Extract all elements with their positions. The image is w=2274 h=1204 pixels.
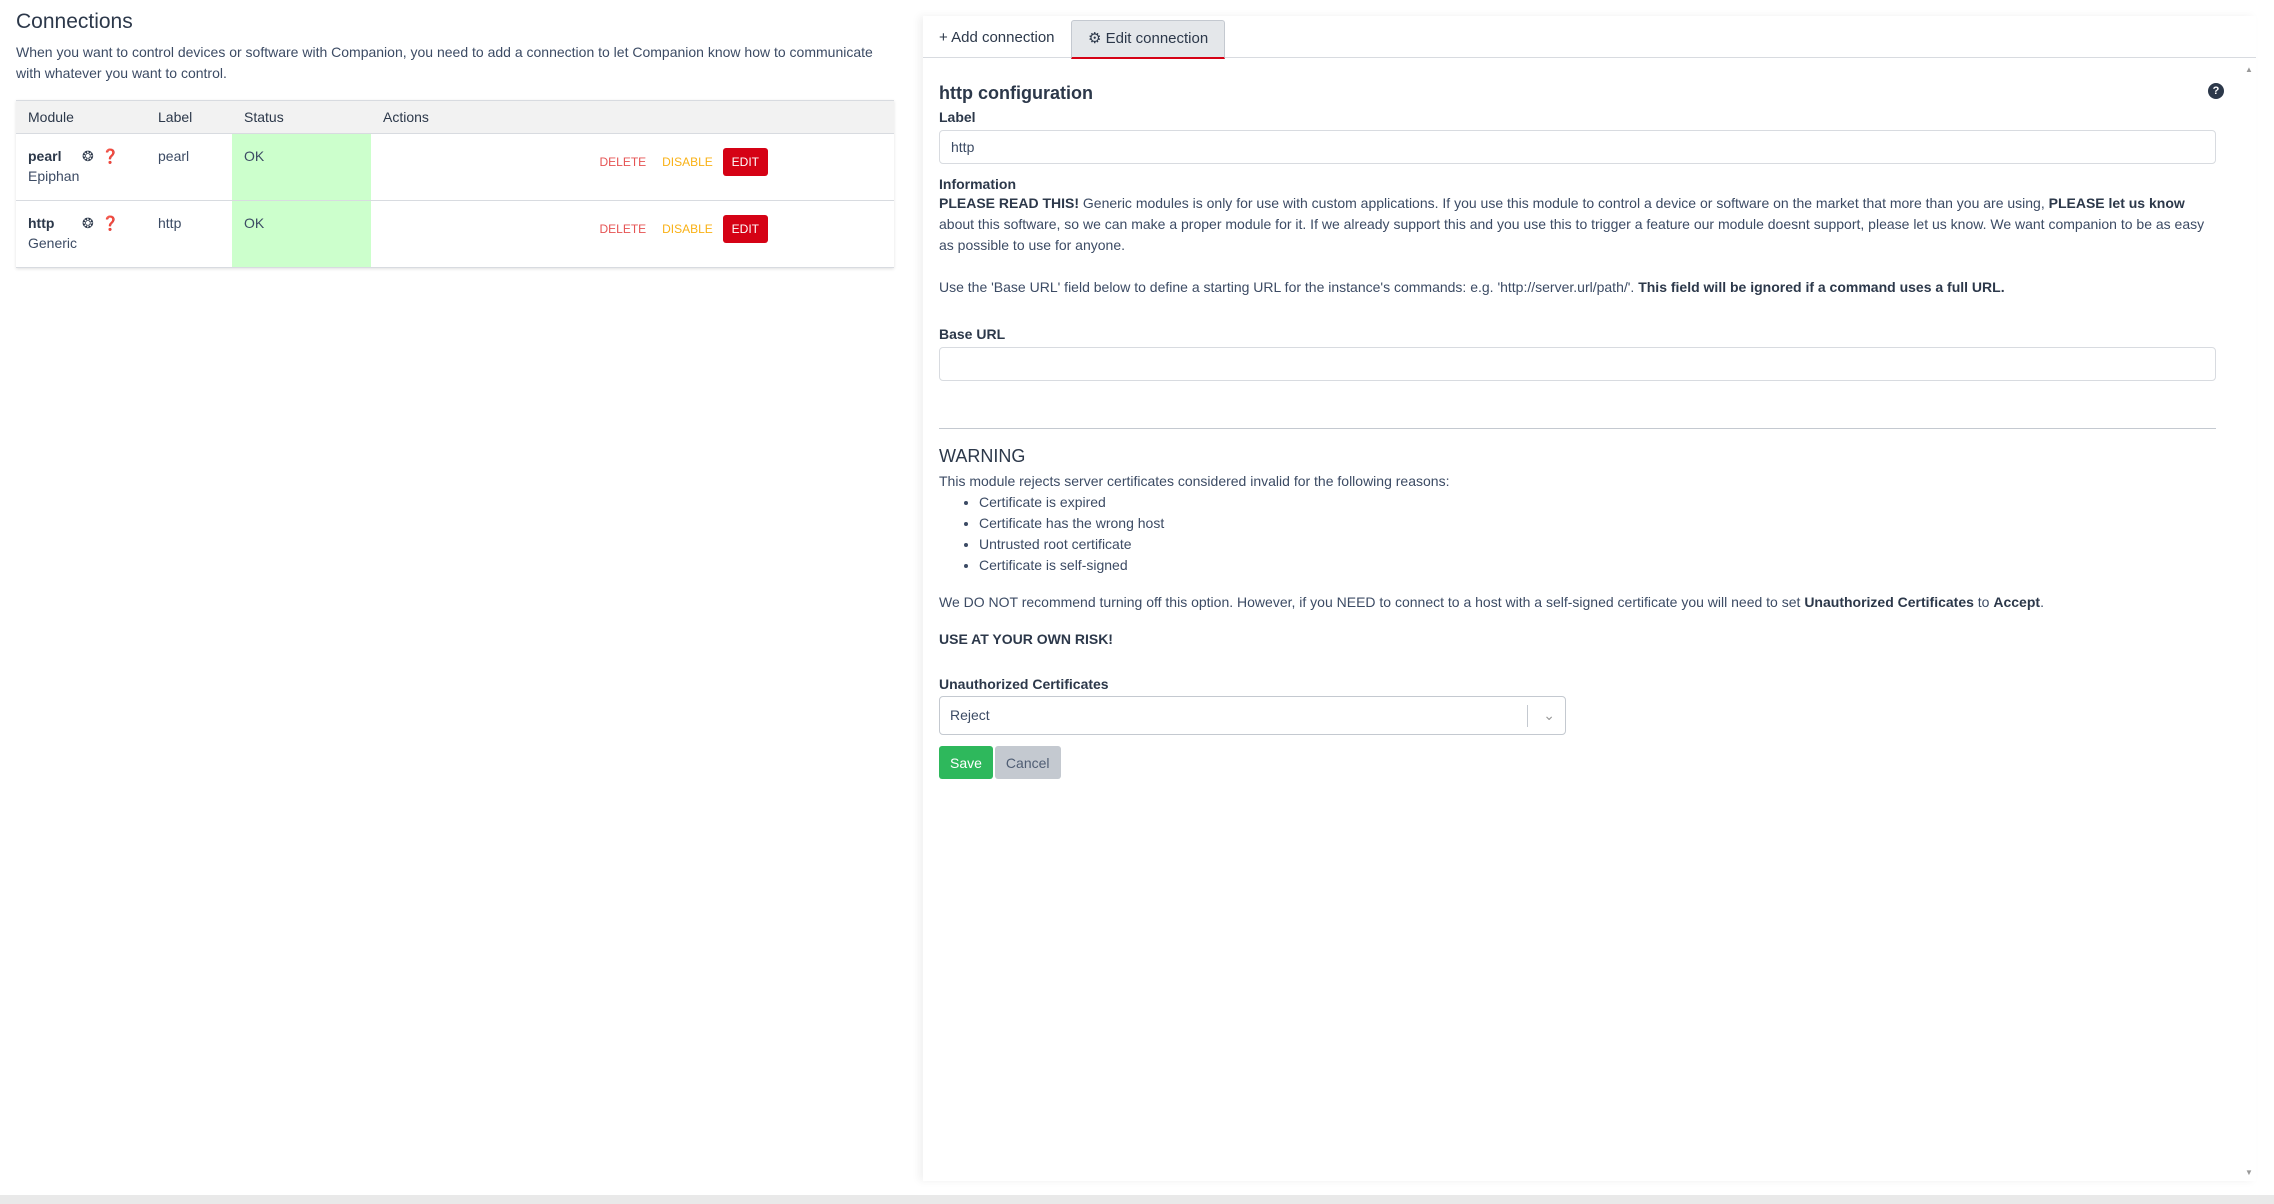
info-bold-2: PLEASE let us know: [2048, 195, 2185, 211]
cert-label: Unauthorized Certificates: [939, 676, 1109, 692]
base-url-label: Base URL: [939, 326, 1006, 342]
info-lead: PLEASE READ THIS!: [939, 195, 1080, 211]
list-item: Certificate is self-signed: [979, 555, 2216, 576]
help-icon[interactable]: ?: [2208, 83, 2224, 99]
delete-button[interactable]: DELETE: [593, 151, 652, 173]
table-header-row: Module Label Status Actions: [16, 100, 894, 134]
label-cell: ❂ ❓ pearl: [82, 133, 232, 201]
config-form: http configuration ? Label Information P…: [939, 57, 2224, 779]
recommend-bold-1: Unauthorized Certificates: [1804, 594, 1974, 610]
save-button[interactable]: Save: [939, 746, 993, 779]
label-cell: ❂ ❓ http: [82, 200, 232, 268]
scrollbar[interactable]: ▲ ▼: [2242, 57, 2256, 1181]
list-item: Certificate is expired: [979, 492, 2216, 513]
recommend-text-3: .: [2040, 594, 2044, 610]
reasons-list: Certificate is expired Certificate has t…: [939, 492, 2216, 576]
edit-button[interactable]: EDIT: [722, 148, 768, 176]
list-item: Certificate has the wrong host: [979, 513, 2216, 534]
tab-edit-connection[interactable]: ⚙ Edit connection: [1071, 20, 1226, 59]
horizontal-scrollbar[interactable]: [0, 1195, 2274, 1204]
recommend-text-1: We DO NOT recommend turning off this opt…: [939, 594, 1805, 610]
recommend-bold-2: Accept: [1993, 594, 2041, 610]
info-text-1: Generic modules is only for use with cus…: [1079, 195, 2049, 211]
scroll-down-icon[interactable]: ▼: [2245, 1168, 2253, 1177]
row-label: pearl: [158, 148, 190, 164]
delete-button[interactable]: DELETE: [593, 218, 652, 240]
status-cell: OK: [232, 133, 371, 201]
edit-button[interactable]: EDIT: [722, 215, 768, 243]
edit-panel: + Add connection ⚙ Edit connection http …: [923, 16, 2256, 1181]
info-text-2: about this software, so we can make a pr…: [939, 216, 2205, 253]
disable-button[interactable]: DISABLE: [656, 151, 719, 173]
risk-text: USE AT YOUR OWN RISK!: [939, 631, 1113, 647]
table-row: http Generic ❂ ❓ http OK DELETE DISABLE …: [16, 200, 894, 268]
cancel-button[interactable]: Cancel: [994, 746, 1061, 779]
page-title: Connections: [16, 10, 133, 33]
col-actions: Actions: [371, 100, 894, 134]
info-bold-3: This field will be ignored if a command …: [1638, 279, 2005, 295]
cert-select-value: Reject: [950, 707, 990, 723]
status-cell: OK: [232, 200, 371, 268]
module-cell: http Generic: [16, 200, 146, 268]
info-text-3: Use the 'Base URL' field below to define…: [939, 279, 1639, 295]
connections-table: Module Label Status Actions pearl Epipha…: [16, 100, 894, 268]
bug-help-icon[interactable]: ❂ ❓: [82, 215, 121, 232]
col-label: Label: [146, 100, 232, 134]
actions-cell: DELETE DISABLE EDIT: [371, 133, 894, 201]
label-field-label: Label: [939, 109, 976, 125]
module-cell: pearl Epiphan: [16, 133, 146, 201]
scroll-up-icon[interactable]: ▲: [2245, 65, 2253, 74]
warning-intro: This module rejects server certificates …: [939, 473, 1450, 489]
base-url-info: Use the 'Base URL' field below to define…: [939, 277, 2216, 298]
bug-help-icon[interactable]: ❂ ❓: [82, 148, 121, 165]
information-label: Information: [939, 176, 1016, 192]
module-sub: Epiphan: [28, 168, 80, 184]
connections-description: When you want to control devices or soft…: [16, 44, 873, 81]
disable-button[interactable]: DISABLE: [656, 218, 719, 240]
col-status: Status: [232, 100, 371, 134]
form-buttons: Save Cancel: [939, 746, 2216, 779]
chevron-down-icon: ⌄: [1543, 707, 1555, 723]
information-text: PLEASE READ THIS! Generic modules is onl…: [939, 193, 2216, 256]
config-title: http configuration: [939, 83, 1093, 103]
row-label: http: [158, 215, 182, 231]
actions-cell: DELETE DISABLE EDIT: [371, 200, 894, 268]
warning-title: WARNING: [939, 446, 1026, 466]
list-item: Untrusted root certificate: [979, 534, 2216, 555]
separator: [939, 428, 2216, 429]
connections-panel: Connections When you want to control dev…: [16, 0, 894, 268]
base-url-input[interactable]: [939, 347, 2216, 381]
col-module: Module: [16, 100, 146, 134]
select-divider: [1527, 705, 1528, 727]
tab-bar: + Add connection ⚙ Edit connection: [923, 16, 2256, 59]
recommend-text: We DO NOT recommend turning off this opt…: [939, 592, 2216, 613]
cert-select[interactable]: Reject ⌄: [939, 696, 1566, 735]
module-sub: Generic: [28, 235, 78, 251]
label-input[interactable]: [939, 130, 2216, 164]
table-row: pearl Epiphan ❂ ❓ pearl OK DELETE DISABL…: [16, 133, 894, 201]
recommend-text-2: to: [1973, 594, 1994, 610]
tab-add-connection[interactable]: + Add connection: [923, 20, 1071, 56]
